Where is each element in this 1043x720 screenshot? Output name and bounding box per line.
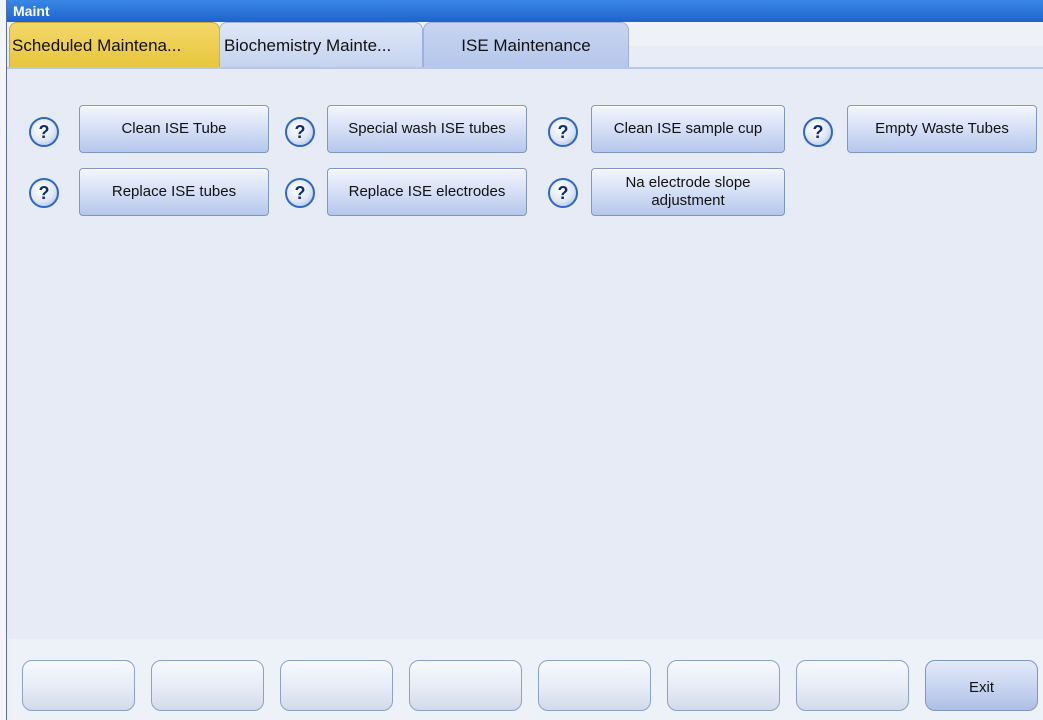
- question-mark-icon[interactable]: ?: [285, 178, 315, 208]
- bottom-button-2[interactable]: [151, 660, 264, 711]
- question-mark-icon[interactable]: ?: [803, 117, 833, 147]
- empty-waste-tubes-button[interactable]: Empty Waste Tubes: [847, 105, 1037, 153]
- bottom-button-7[interactable]: [796, 660, 909, 711]
- bottom-button-5[interactable]: [538, 660, 651, 711]
- question-mark-icon[interactable]: ?: [548, 178, 578, 208]
- bottom-button-3[interactable]: [280, 660, 393, 711]
- clean-ise-tube-button[interactable]: Clean ISE Tube: [79, 105, 269, 153]
- window-titlebar: Maint: [7, 0, 1043, 22]
- tab-scheduled-maintenance[interactable]: Scheduled Maintena...: [9, 22, 220, 68]
- question-mark-icon[interactable]: ?: [548, 117, 578, 147]
- bottom-button-6[interactable]: [667, 660, 780, 711]
- replace-ise-tubes-button[interactable]: Replace ISE tubes: [79, 168, 269, 216]
- question-mark-icon[interactable]: ?: [29, 117, 59, 147]
- bottom-button-4[interactable]: [409, 660, 522, 711]
- maintenance-window: Maint Scheduled Maintena... Biochemistry…: [6, 0, 1043, 720]
- clean-ise-sample-cup-button[interactable]: Clean ISE sample cup: [591, 105, 785, 153]
- maintenance-content-panel: [7, 69, 1043, 639]
- bottom-button-1[interactable]: [22, 660, 135, 711]
- tab-biochemistry-maintenance[interactable]: Biochemistry Mainte...: [219, 22, 423, 68]
- exit-button[interactable]: Exit: [925, 660, 1038, 711]
- window-title: Maint: [13, 3, 50, 19]
- na-electrode-slope-adjustment-button[interactable]: Na electrode slope adjustment: [591, 168, 785, 216]
- replace-ise-electrodes-button[interactable]: Replace ISE electrodes: [327, 168, 527, 216]
- special-wash-ise-tubes-button[interactable]: Special wash ISE tubes: [327, 105, 527, 153]
- question-mark-icon[interactable]: ?: [29, 178, 59, 208]
- question-mark-icon[interactable]: ?: [285, 117, 315, 147]
- tab-ise-maintenance[interactable]: ISE Maintenance: [423, 22, 629, 68]
